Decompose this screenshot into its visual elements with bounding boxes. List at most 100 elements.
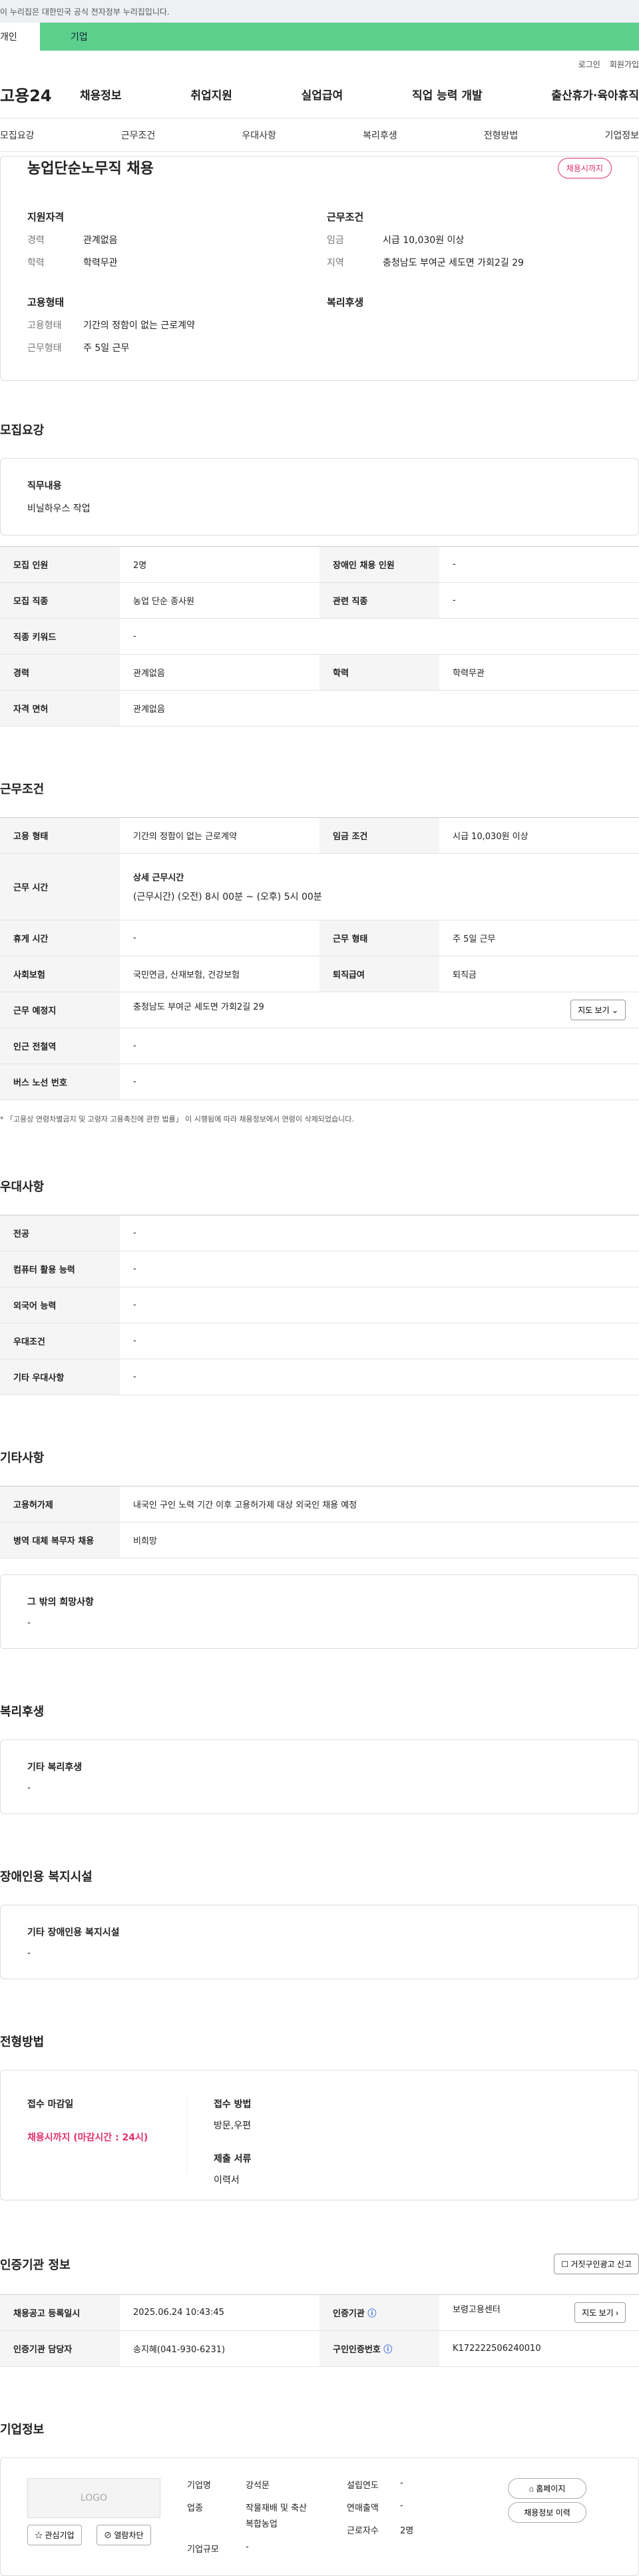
staff-value: 2명 bbox=[400, 2526, 414, 2536]
table-row: 전공 - bbox=[0, 1215, 639, 1251]
menu-item-vocational-training[interactable]: 직업 능력 개발 bbox=[412, 86, 483, 103]
job-title: 농업단순노무직 채용 bbox=[27, 161, 154, 177]
table-row: 휴게 시간 - 근무 형태 주 5일 근무 bbox=[0, 920, 639, 956]
welfare-title: 기타 복리후생 bbox=[27, 1762, 83, 1773]
block-view-button[interactable]: ⊘ 열람차단 bbox=[97, 2525, 151, 2545]
founded-label: 설립연도 bbox=[347, 2481, 379, 2491]
company-logo: LOGO bbox=[27, 2478, 160, 2518]
menu-item-unemployment-benefit[interactable]: 실업급여 bbox=[302, 86, 343, 103]
emptype-value: 기간의 정함이 없는 근로계약 bbox=[83, 320, 195, 331]
table-header: 채용공고 등록일시 bbox=[0, 2294, 120, 2331]
emptype-label: 고용형태 bbox=[27, 320, 62, 331]
tab-work-conditions[interactable]: 근무조건 bbox=[121, 129, 156, 142]
cert-table: 채용공고 등록일시 2025.06.24 10:43:45 인증기관 ⓘ 보령고용센터… bbox=[0, 2294, 639, 2367]
disability-box: 기타 장애인용 복지시설 - bbox=[0, 1905, 639, 1979]
welfare-summary-title: 복리후생 bbox=[327, 296, 364, 308]
table-cell: 주 5일 근무 bbox=[439, 920, 639, 956]
table-cell: - bbox=[439, 582, 639, 619]
login-link[interactable]: 로그인 bbox=[578, 59, 600, 70]
table-header: 외국어 능력 bbox=[0, 1287, 120, 1323]
employment-type-block: 고용형태 고용형태 기간의 정함이 없는 근로계약 근무형태 주 5일 근무 bbox=[27, 295, 195, 354]
table-cell: - bbox=[120, 618, 639, 655]
industry-value-1: 작물재배 및 축산 bbox=[246, 2503, 307, 2513]
chevron-down-icon: ⌄ bbox=[611, 1006, 618, 1015]
table-header: 인증기관 담당자 bbox=[0, 2330, 120, 2367]
map-view-button[interactable]: 지도 보기 ⌄ bbox=[570, 1000, 626, 1020]
table-cell: 농업 단순 종사원 bbox=[120, 582, 320, 619]
table-row: 외국어 능력 - bbox=[0, 1287, 639, 1323]
report-fake-ad-button[interactable]: ☐ 거짓구인광고 신고 bbox=[554, 2254, 639, 2274]
table-cell: K172222506240010 bbox=[439, 2330, 639, 2367]
age-law-note: * 「고용상 연령차별금지 및 고령자 고용촉진에 관한 법률」 이 시행됨에 … bbox=[0, 1115, 354, 1124]
table-header: 컴퓨터 활용 능력 bbox=[0, 1251, 120, 1287]
audience-tabs: 개인 기업 bbox=[0, 23, 639, 51]
process-box: 접수 마감일 채용시까지 (마감시간 : 24시) 접수 방법 방문,우편 제출… bbox=[0, 2070, 639, 2200]
tab-preferences[interactable]: 우대사항 bbox=[242, 129, 276, 142]
table-cell: 관계없음 bbox=[120, 690, 639, 727]
company-name-value: 강석문 bbox=[246, 2481, 270, 2491]
table-cell: 송지혜(041-930-6231) bbox=[120, 2330, 320, 2367]
wage-label: 임금 bbox=[327, 235, 344, 246]
company-name-label: 기업명 bbox=[187, 2481, 211, 2491]
utility-links: 로그인 회원가입 bbox=[0, 51, 639, 71]
table-cell: - bbox=[120, 1215, 639, 1251]
table-header: 모집 직종 bbox=[0, 582, 120, 619]
wage-value: 시급 10,030원 이상 bbox=[383, 235, 465, 246]
tab-company[interactable]: 기업정보 bbox=[604, 129, 639, 142]
tab-welfare[interactable]: 복리후생 bbox=[363, 129, 397, 142]
menu-item-jobs[interactable]: 채용정보 bbox=[80, 86, 122, 103]
menu-item-parental-leave[interactable]: 출산휴가·육아휴직 bbox=[551, 86, 639, 103]
gov-notice-bar: 이 누리집은 대한민국 공식 전자정부 누리집입니다. bbox=[0, 0, 639, 23]
table-row: 고용허가제 내국인 구인 노력 기간 이후 고용허가제 대상 외국인 채용 예정 bbox=[0, 1486, 639, 1522]
work-hours-value: (근무시간) (오전) 8시 00분 ~ (오후) 5시 00분 bbox=[133, 892, 322, 902]
tab-recruit[interactable]: 모집요강 bbox=[0, 129, 35, 142]
table-cell: 학력무관 bbox=[439, 654, 639, 691]
tab-business[interactable]: 기업 bbox=[40, 23, 133, 51]
deadline-value: 채용시까지 (마감시간 : 24시) bbox=[27, 2132, 148, 2143]
education-value: 학력무관 bbox=[83, 258, 118, 268]
interest-company-button[interactable]: ☆ 관심기업 bbox=[27, 2525, 82, 2545]
table-cell: 2025.06.24 10:43:45 bbox=[120, 2294, 320, 2331]
work-table: 고용 형태 기간의 정함이 없는 근로계약 임금 조건 시급 10,030원 이상 근… bbox=[0, 817, 639, 1100]
info-icon[interactable]: ⓘ bbox=[383, 2345, 392, 2355]
duty-value: 비닐하우스 작업 bbox=[27, 503, 91, 514]
table-header: 기타 우대사항 bbox=[0, 1359, 120, 1395]
block-label: 열람차단 bbox=[114, 2531, 144, 2540]
homepage-button[interactable]: ⌂ 홈페이지 bbox=[508, 2478, 586, 2499]
company-size-label: 기업규모 bbox=[187, 2545, 219, 2555]
cert-map-button[interactable]: 지도 보기 › bbox=[574, 2302, 626, 2323]
work-hours-cell: 상세 근무시간 (근무시간) (오전) 8시 00분 ~ (오후) 5시 00분 bbox=[120, 853, 639, 920]
table-row: 근무 시간 상세 근무시간 (근무시간) (오전) 8시 00분 ~ (오후) 5시… bbox=[0, 853, 639, 920]
table-header: 학력 bbox=[320, 654, 439, 691]
table-header: 전공 bbox=[0, 1215, 120, 1251]
career-value: 관계없음 bbox=[83, 235, 118, 246]
method-block: 접수 방법 방문,우편 제출 서류 이력서 bbox=[214, 2097, 251, 2186]
tab-personal[interactable]: 개인 bbox=[0, 23, 40, 51]
table-header: 직종 키워드 bbox=[0, 618, 120, 655]
site-logo[interactable]: 고용24 bbox=[0, 83, 80, 106]
sales-label: 연매출액 bbox=[347, 2503, 379, 2513]
table-header: 사회보험 bbox=[0, 956, 120, 992]
conditions-title: 근무조건 bbox=[327, 211, 364, 223]
table-cell: 비희망 bbox=[120, 1522, 639, 1558]
pref-heading: 우대사항 bbox=[0, 1180, 45, 1194]
table-row: 사회보험 국민연금, 산재보험, 건강보험 퇴직급여 퇴직금 bbox=[0, 956, 639, 992]
table-row: 직종 키워드 - bbox=[0, 618, 639, 655]
menu-item-employment-support[interactable]: 취업지원 bbox=[190, 86, 232, 103]
wish-value: - bbox=[27, 1618, 31, 1628]
tab-process[interactable]: 전형방법 bbox=[484, 129, 519, 142]
region-value: 충청남도 부여군 세도면 가회2길 29 bbox=[383, 258, 524, 268]
table-cell: 내국인 구인 노력 기간 이후 고용허가제 대상 외국인 채용 예정 bbox=[120, 1486, 639, 1522]
conditions-block: 근무조건 임금 시급 10,030원 이상 지역 충청남도 부여군 세도면 가회2길… bbox=[327, 210, 524, 269]
recruit-table: 모집 인원 2명 장애인 채용 인원 - 모집 직종 농업 단순 종사원 관련 직종 - 직… bbox=[0, 546, 639, 727]
cert-agency-value: 보령고용센터 bbox=[453, 2305, 501, 2315]
work-heading: 근무조건 bbox=[0, 783, 45, 797]
table-cell: 충청남도 부여군 세도면 가회2길 29 지도 보기 ⌄ bbox=[120, 992, 639, 1028]
table-cell: 관계없음 bbox=[120, 654, 320, 691]
career-label: 경력 bbox=[27, 235, 45, 246]
info-icon[interactable]: ⓘ bbox=[367, 2309, 376, 2319]
deadline-block: 접수 마감일 채용시까지 (마감시간 : 24시) bbox=[27, 2097, 187, 2173]
table-cell: - bbox=[120, 1064, 639, 1100]
signup-link[interactable]: 회원가입 bbox=[610, 59, 639, 70]
table-header: 고용 형태 bbox=[0, 817, 120, 854]
